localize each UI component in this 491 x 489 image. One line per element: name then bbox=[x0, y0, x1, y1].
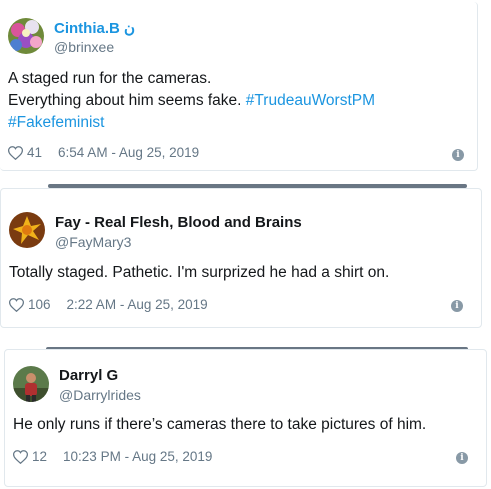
user-handle[interactable]: @brinxee bbox=[54, 39, 114, 55]
timestamp[interactable]: 6:54 AM - Aug 25, 2019 bbox=[58, 145, 199, 160]
tweet-meta: 106 2:22 AM - Aug 25, 2019 bbox=[8, 297, 208, 312]
tweet-meta: 12 10:23 PM - Aug 25, 2019 bbox=[12, 449, 212, 464]
info-icon[interactable]: i bbox=[451, 300, 463, 312]
tweet-text: Totally staged. Pathetic. I'm surprized … bbox=[9, 264, 390, 281]
tweet-meta: 41 6:54 AM - Aug 25, 2019 bbox=[7, 145, 199, 160]
tweet-text-line: Everything about him seems fake. #Trudea… bbox=[8, 90, 375, 112]
like-count[interactable]: 12 bbox=[32, 449, 47, 464]
display-name[interactable]: Cinthia.B ن bbox=[54, 19, 135, 37]
timestamp[interactable]: 2:22 AM - Aug 25, 2019 bbox=[67, 297, 208, 312]
heart-outline-icon[interactable] bbox=[8, 297, 25, 312]
timestamp[interactable]: 10:23 PM - Aug 25, 2019 bbox=[63, 449, 212, 464]
avatar[interactable] bbox=[13, 366, 49, 402]
tweet-text: He only runs if there’s cameras there to… bbox=[13, 416, 427, 433]
tweet-text-segment: Everything about him seems fake. bbox=[8, 92, 242, 109]
heart-outline-icon[interactable] bbox=[7, 145, 24, 160]
like-count[interactable]: 41 bbox=[27, 145, 42, 160]
user-handle[interactable]: @Darrylrides bbox=[59, 387, 141, 403]
tweet-text: A staged run for the cameras. Everything… bbox=[8, 68, 375, 134]
tweet-card[interactable]: Darryl G @Darrylrides He only runs if th… bbox=[4, 349, 487, 487]
tweet-card[interactable]: Cinthia.B ن @brinxee A staged run for th… bbox=[0, 2, 478, 171]
user-handle[interactable]: @FayMary3 bbox=[55, 234, 131, 250]
info-icon[interactable]: i bbox=[456, 452, 468, 464]
heart-outline-icon[interactable] bbox=[12, 449, 29, 464]
hashtag-link[interactable]: #Fakefeminist bbox=[8, 114, 104, 131]
like-count[interactable]: 106 bbox=[28, 297, 51, 312]
hashtag-link[interactable]: #TrudeauWorstPM bbox=[246, 92, 375, 109]
avatar[interactable] bbox=[9, 212, 45, 248]
tweet-text-line: #Fakefeminist bbox=[8, 112, 375, 134]
tweet-text-line: A staged run for the cameras. bbox=[8, 70, 212, 87]
info-icon[interactable]: i bbox=[452, 149, 464, 161]
avatar[interactable] bbox=[8, 18, 44, 54]
display-name[interactable]: Fay - Real Flesh, Blood and Brains bbox=[55, 214, 302, 231]
tweet-card[interactable]: Fay - Real Flesh, Blood and Brains @FayM… bbox=[0, 188, 482, 328]
display-name[interactable]: Darryl G bbox=[59, 367, 118, 384]
